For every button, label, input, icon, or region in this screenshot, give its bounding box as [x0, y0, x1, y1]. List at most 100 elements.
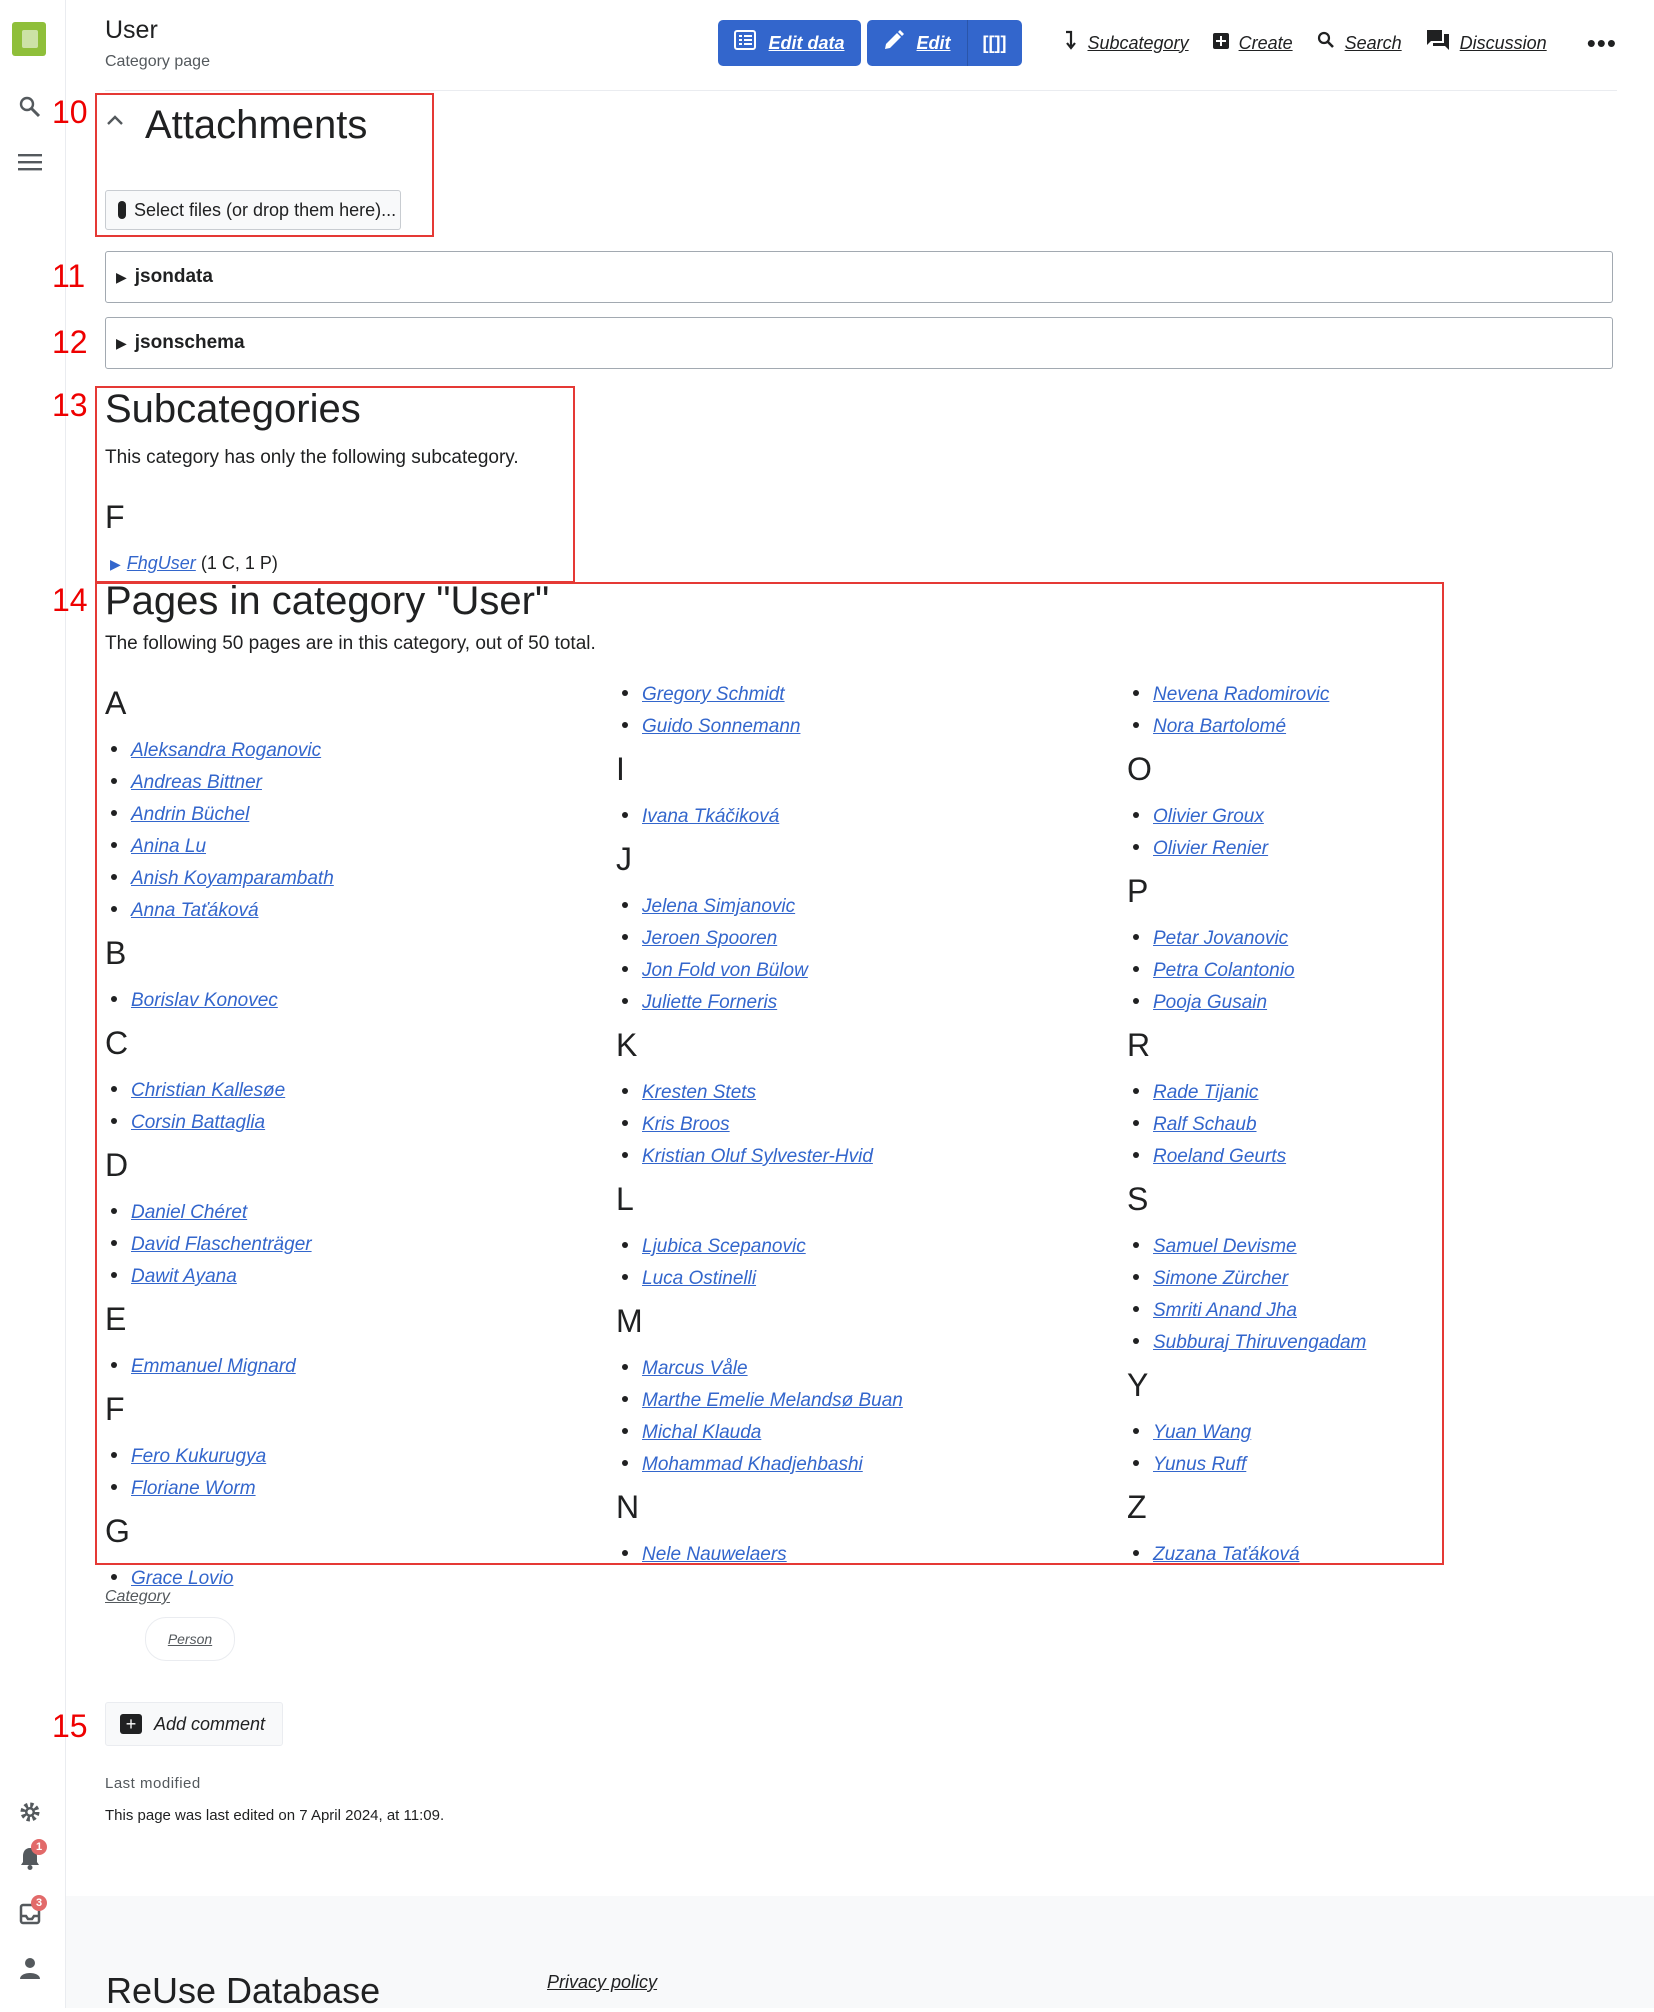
- wikitext-button[interactable]: [[]]: [967, 20, 1022, 66]
- page-link[interactable]: Grace Lovio: [131, 1568, 233, 1589]
- page-link[interactable]: Yunus Ruff: [1153, 1454, 1246, 1475]
- jsonschema-panel[interactable]: ▶ jsonschema: [105, 317, 1613, 369]
- page-link[interactable]: Jelena Simjanovic: [642, 896, 795, 917]
- letter-heading: L: [616, 1181, 634, 1217]
- select-files-button[interactable]: Select files (or drop them here)...: [105, 190, 401, 230]
- list-item: Pooja Gusain: [1133, 992, 1267, 1014]
- page-link[interactable]: Anish Koyamparambath: [131, 868, 334, 889]
- page-link[interactable]: David Flaschenträger: [131, 1234, 312, 1255]
- page-link[interactable]: Ljubica Scepanovic: [642, 1236, 806, 1257]
- page-link[interactable]: Olivier Renier: [1153, 838, 1268, 859]
- expand-arrow-icon[interactable]: ▶: [110, 556, 121, 572]
- page-footer: ReUse Database Privacy policy: [66, 1896, 1654, 2011]
- collapse-chevron-icon[interactable]: [105, 107, 125, 133]
- discussion-link[interactable]: Discussion: [1426, 29, 1547, 57]
- notifications-icon[interactable]: 1: [15, 1839, 47, 1873]
- page-link[interactable]: Marthe Emelie Melandsø Buan: [642, 1390, 903, 1411]
- page-link[interactable]: Gregory Schmidt: [642, 684, 785, 705]
- page-link[interactable]: Roeland Geurts: [1153, 1146, 1286, 1167]
- site-logo[interactable]: [12, 22, 46, 56]
- list-item: Anish Koyamparambath: [111, 868, 334, 890]
- bullet-icon: [622, 1273, 628, 1280]
- page-link[interactable]: Anina Lu: [131, 836, 206, 857]
- subcategories-heading: Subcategories: [105, 387, 361, 431]
- page-link[interactable]: Christian Kallesøe: [131, 1080, 285, 1101]
- list-item: Simone Zürcher: [1133, 1268, 1288, 1290]
- page-link[interactable]: Jeroen Spooren: [642, 928, 777, 949]
- page-link[interactable]: Smriti Anand Jha: [1153, 1300, 1297, 1321]
- expand-triangle-icon: ▶: [116, 268, 127, 285]
- page-link[interactable]: Mohammad Khadjehbashi: [642, 1454, 863, 1475]
- page-link[interactable]: Ivana Tkáčiková: [642, 806, 779, 827]
- jsondata-panel[interactable]: ▶ jsondata: [105, 251, 1613, 303]
- page-link[interactable]: Aleksandra Roganovic: [131, 740, 321, 761]
- page-link[interactable]: Nele Nauwelaers: [642, 1544, 787, 1565]
- page-link[interactable]: Dawit Ayana: [131, 1266, 237, 1287]
- bullet-icon: [111, 995, 117, 1002]
- privacy-policy-link[interactable]: Privacy policy: [547, 1972, 657, 1993]
- subcategory-link[interactable]: Subcategory: [1064, 30, 1189, 56]
- list-item: Emmanuel Mignard: [111, 1356, 296, 1378]
- page-link[interactable]: Juliette Forneris: [642, 992, 777, 1013]
- page-link[interactable]: Olivier Groux: [1153, 806, 1264, 827]
- page-link[interactable]: Luca Ostinelli: [642, 1268, 756, 1289]
- list-item: Grace Lovio: [111, 1568, 233, 1590]
- page-link[interactable]: Kristian Oluf Sylvester-Hvid: [642, 1146, 873, 1167]
- list-item: Mohammad Khadjehbashi: [622, 1454, 863, 1476]
- page-link[interactable]: Yuan Wang: [1153, 1422, 1251, 1443]
- page-link[interactable]: Petra Colantonio: [1153, 960, 1295, 981]
- category-label[interactable]: Category: [105, 1588, 170, 1606]
- menu-icon[interactable]: [15, 147, 45, 177]
- list-item: Jelena Simjanovic: [622, 896, 795, 918]
- page-link[interactable]: Marcus Våle: [642, 1358, 748, 1379]
- page-link[interactable]: Ralf Schaub: [1153, 1114, 1257, 1135]
- page-link[interactable]: Daniel Chéret: [131, 1202, 247, 1223]
- list-item: Ralf Schaub: [1133, 1114, 1257, 1136]
- page-link[interactable]: Michal Klauda: [642, 1422, 761, 1443]
- page-link[interactable]: Kresten Stets: [642, 1082, 756, 1103]
- pages-heading: Pages in category "User": [105, 579, 550, 623]
- add-comment-button[interactable]: + Add comment: [105, 1702, 283, 1746]
- page-link[interactable]: Simone Zürcher: [1153, 1268, 1288, 1289]
- page-link[interactable]: Andreas Bittner: [131, 772, 262, 793]
- pages-description: The following 50 pages are in this categ…: [105, 633, 596, 654]
- page-link[interactable]: Anna Taťáková: [131, 900, 259, 921]
- paperclip-icon: [118, 201, 126, 219]
- page-link[interactable]: Borislav Konovec: [131, 990, 278, 1011]
- bullet-icon: [622, 1241, 628, 1248]
- page-link[interactable]: Rade Tijanic: [1153, 1082, 1258, 1103]
- page-link[interactable]: Pooja Gusain: [1153, 992, 1267, 1013]
- page-link[interactable]: Corsin Battaglia: [131, 1112, 265, 1133]
- letter-heading: S: [1127, 1181, 1149, 1217]
- inbox-icon[interactable]: 3: [15, 1895, 47, 1929]
- search-icon[interactable]: [15, 92, 45, 122]
- category-pill-person[interactable]: Person: [145, 1617, 235, 1661]
- page-link[interactable]: Andrin Büchel: [131, 804, 249, 825]
- page-link[interactable]: Samuel Devisme: [1153, 1236, 1297, 1257]
- page-link[interactable]: Jon Fold von Bülow: [642, 960, 808, 981]
- letter-heading: E: [105, 1301, 127, 1337]
- letter-heading: N: [616, 1489, 640, 1525]
- subcategories-description: This category has only the following sub…: [105, 447, 519, 468]
- page-link[interactable]: Zuzana Taťáková: [1153, 1544, 1300, 1565]
- create-link[interactable]: Create: [1212, 32, 1293, 55]
- edit-data-button[interactable]: Edit data: [718, 20, 861, 66]
- subcategory-link-fhguser[interactable]: FhgUser: [127, 553, 196, 573]
- edit-button[interactable]: Edit: [866, 20, 968, 66]
- user-icon[interactable]: [15, 1953, 45, 1983]
- page-link[interactable]: Floriane Worm: [131, 1478, 256, 1499]
- page-link[interactable]: Kris Broos: [642, 1114, 730, 1135]
- page-link[interactable]: Guido Sonnemann: [642, 716, 800, 737]
- page-link[interactable]: Subburaj Thiruvengadam: [1153, 1332, 1366, 1353]
- page-link[interactable]: Nevena Radomirovic: [1153, 684, 1329, 705]
- settings-icon[interactable]: [15, 1797, 45, 1827]
- search-link[interactable]: Search: [1317, 31, 1402, 55]
- page-link[interactable]: Emmanuel Mignard: [131, 1356, 296, 1377]
- bullet-icon: [111, 1483, 117, 1490]
- page-link[interactable]: Petar Jovanovic: [1153, 928, 1288, 949]
- page-link[interactable]: Nora Bartolomé: [1153, 716, 1286, 737]
- last-modified-text: This page was last edited on 7 April 202…: [105, 1807, 445, 1824]
- page-link[interactable]: Fero Kukurugya: [131, 1446, 266, 1467]
- subcategory-letter: F: [105, 499, 125, 535]
- more-menu-button[interactable]: •••: [1587, 28, 1617, 59]
